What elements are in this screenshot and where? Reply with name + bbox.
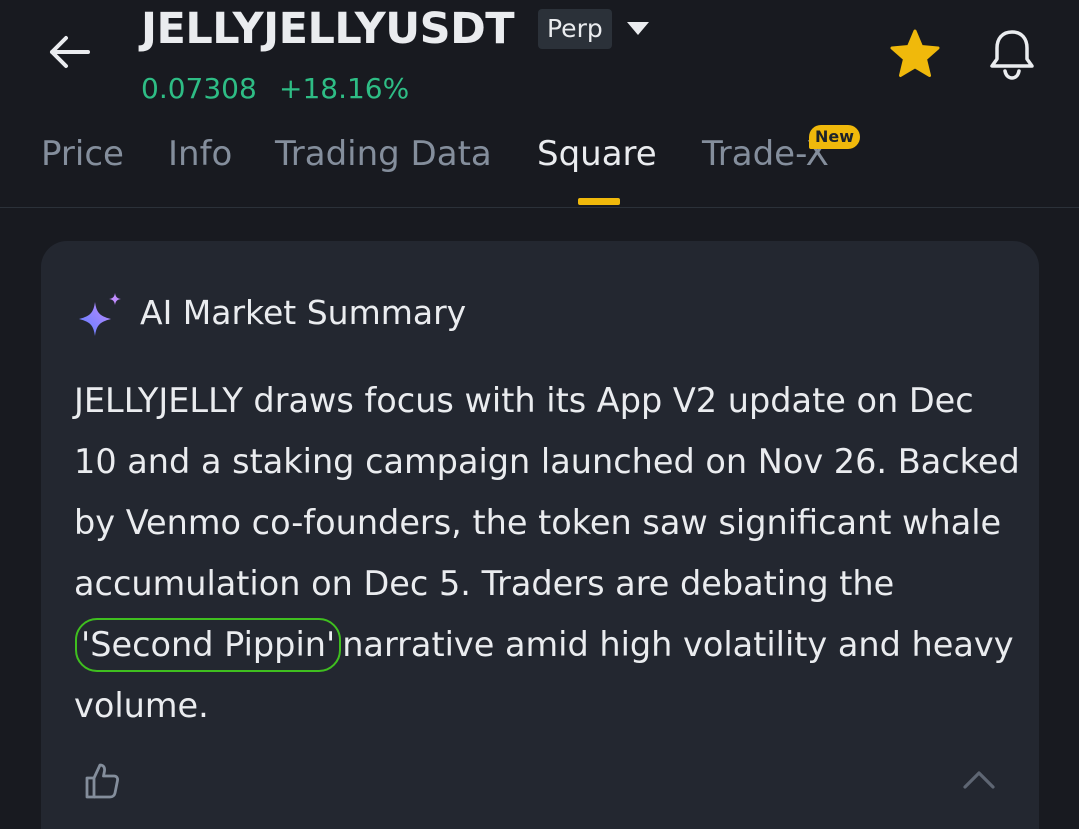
symbol-detail-screen: JELLYJELLYUSDT Perp 0.07308 +18.16% Pric… — [0, 0, 1079, 829]
tab-trading-data[interactable]: Trading Data — [275, 134, 492, 174]
tab-square[interactable]: Square — [537, 134, 657, 174]
last-price: 0.07308 — [141, 72, 257, 105]
new-badge: New — [809, 125, 861, 149]
summary-text: JELLYJELLY draws focus with its App V2 u… — [74, 370, 1024, 736]
tab-bar: Price Info Trading Data Square Trade-X N… — [0, 125, 1079, 208]
highlighted-phrase: 'Second Pippin' — [75, 618, 342, 672]
caret-down-icon[interactable] — [624, 18, 652, 40]
tab-info[interactable]: Info — [168, 134, 232, 174]
tab-price[interactable]: Price — [41, 134, 124, 174]
card-title: AI Market Summary — [140, 293, 467, 332]
chevron-up-icon[interactable] — [961, 766, 997, 794]
sparkle-icon — [75, 290, 125, 340]
back-arrow-icon[interactable] — [44, 30, 94, 74]
star-icon[interactable] — [888, 28, 942, 82]
active-tab-indicator — [578, 198, 620, 205]
header-divider — [0, 207, 1079, 208]
ai-market-summary-card: AI Market Summary JELLYJELLY draws focus… — [41, 241, 1039, 829]
price-change-percent: +18.16% — [279, 72, 410, 105]
summary-text-part: JELLYJELLY draws focus with its App V2 u… — [74, 381, 1020, 603]
symbol-title[interactable]: JELLYJELLYUSDT — [141, 4, 515, 54]
thumbs-up-icon[interactable] — [83, 761, 121, 801]
perp-badge: Perp — [538, 9, 612, 49]
bell-icon[interactable] — [984, 26, 1040, 82]
